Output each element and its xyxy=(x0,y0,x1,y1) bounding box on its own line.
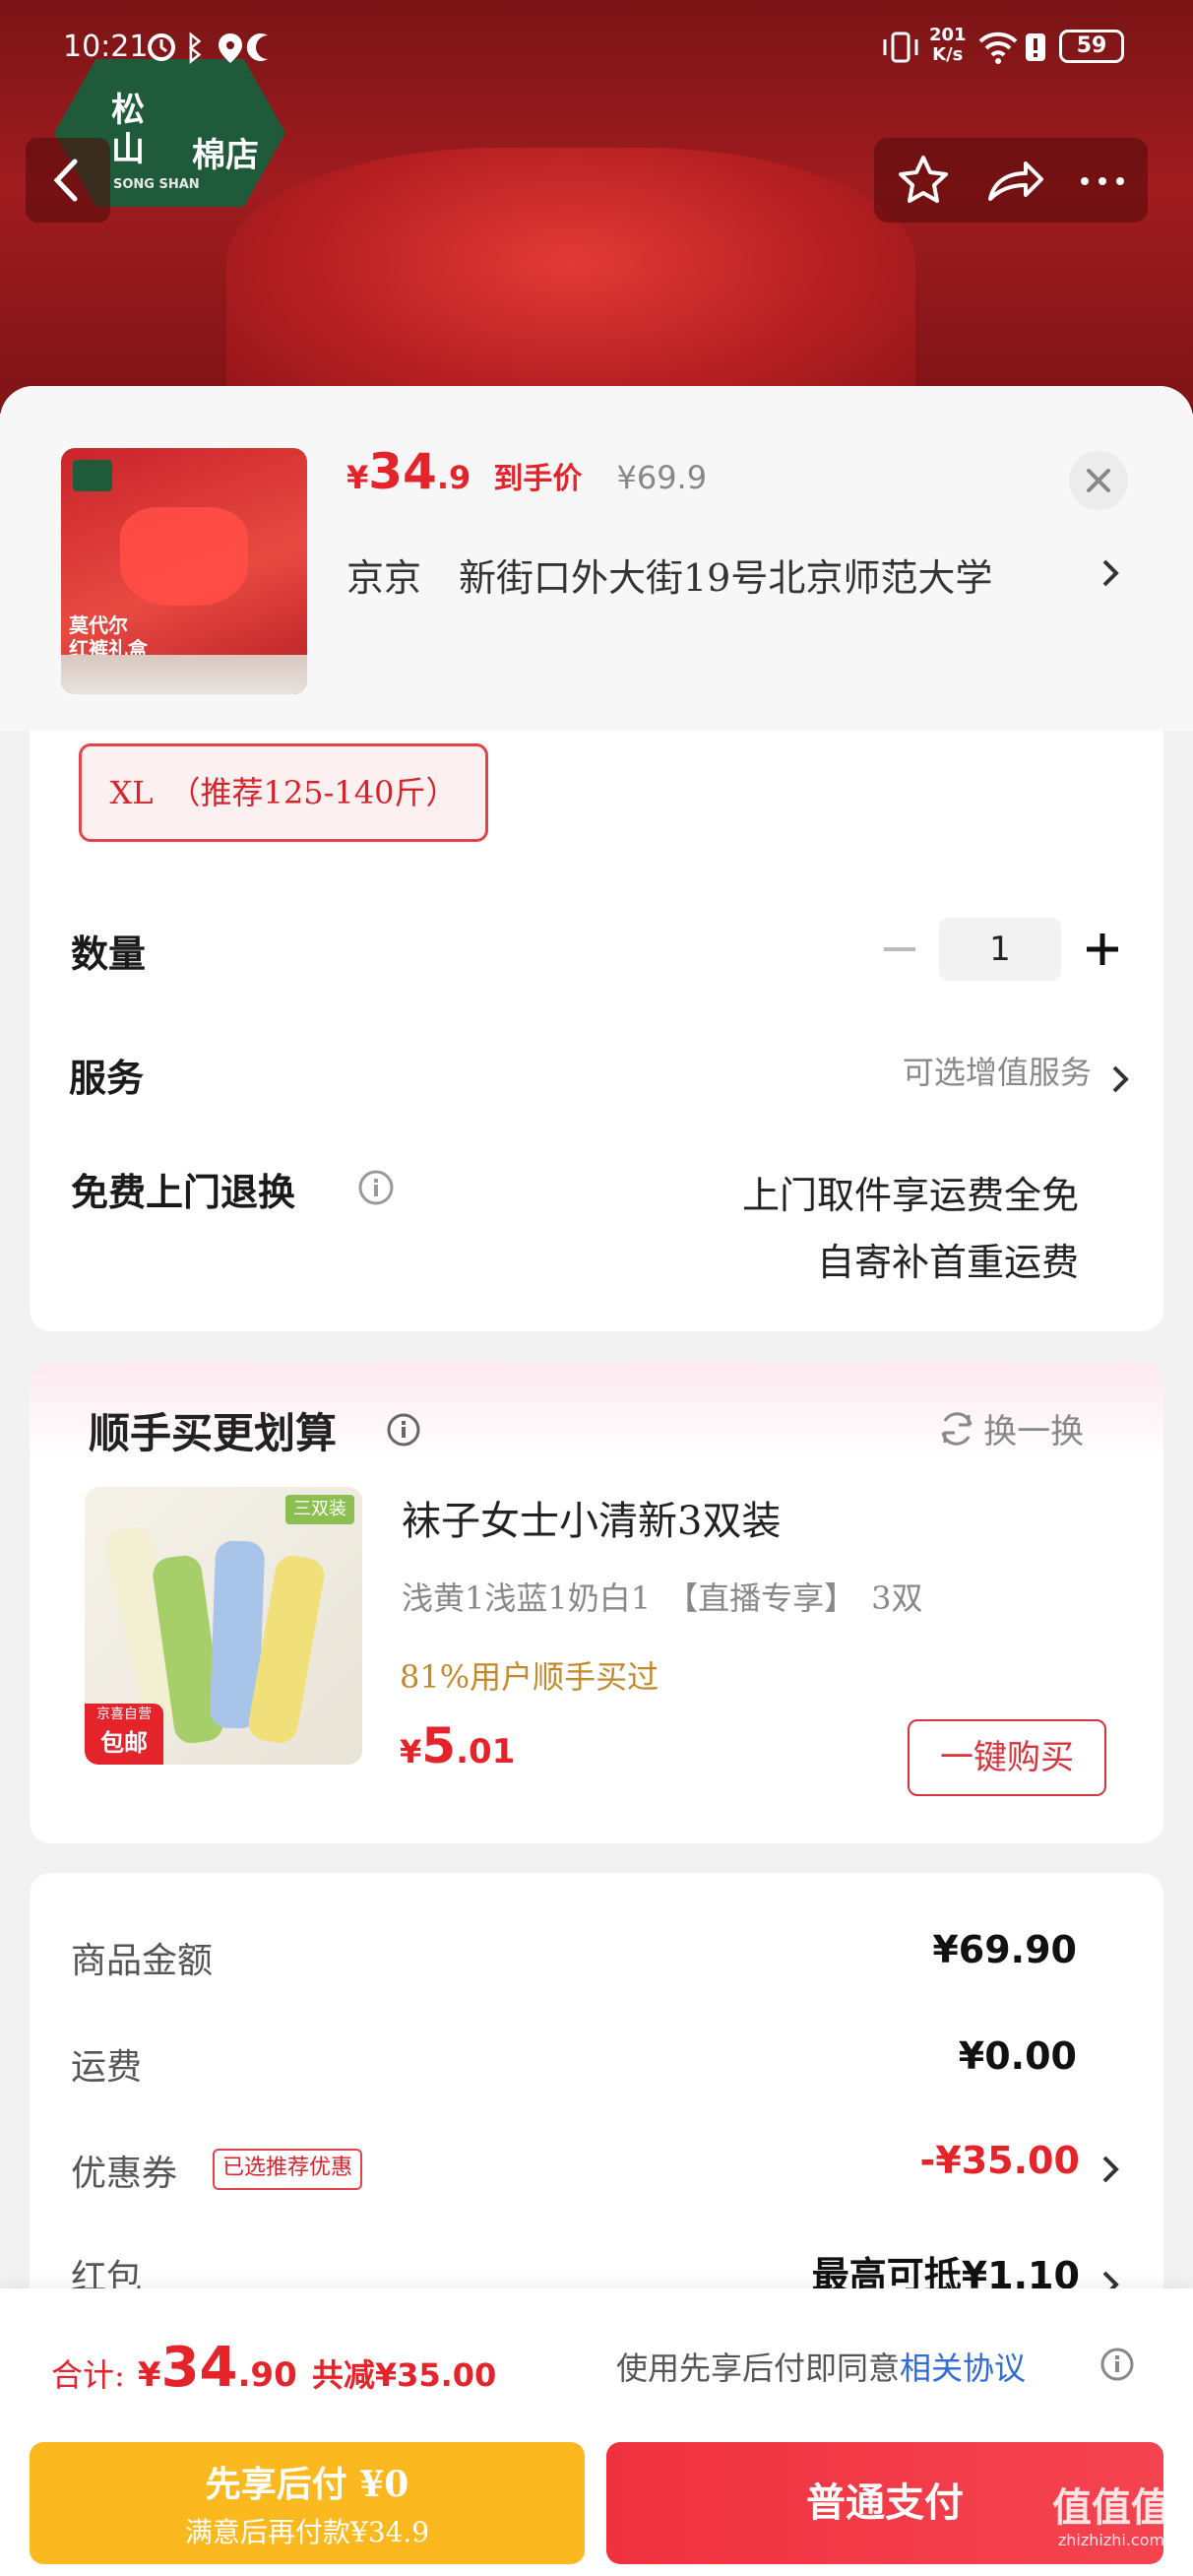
info-icon[interactable] xyxy=(1099,2346,1136,2383)
coupon-selector[interactable]: -¥35.00 xyxy=(787,2139,1122,2198)
addon-product-title[interactable]: 袜子女士小清新3双装 xyxy=(402,1489,781,1546)
service-value: 可选增值服务 xyxy=(902,1054,1092,1091)
product-thumbnail[interactable]: 莫代尔 红裤礼盒 xyxy=(61,448,307,694)
service-selector[interactable]: 可选增值服务 xyxy=(807,1048,1132,1101)
vibrate-icon xyxy=(881,28,920,67)
product-price: ¥34.9 到手价 ¥69.9 xyxy=(346,443,708,500)
original-price: ¥69.9 xyxy=(616,459,708,496)
coupon-value: -¥35.00 xyxy=(919,2139,1080,2182)
one-click-buy-button[interactable]: 一键购买 xyxy=(908,1719,1106,1796)
size-option-selected[interactable]: XL （推荐125-140斤） xyxy=(79,743,488,842)
thumbnail-caption: 莫代尔 红裤礼盒 xyxy=(69,613,148,661)
quantity-decrease-button[interactable] xyxy=(874,924,925,975)
addon-product-spec: 浅黄1浅蓝1奶白1 【直播专享】 3双 xyxy=(402,1579,923,1617)
quantity-increase-button[interactable] xyxy=(1077,924,1128,975)
thumbnail-garment xyxy=(120,507,248,606)
thumbnail-floor xyxy=(61,655,307,694)
payment-agreement: 使用先享后付即同意相关协议 xyxy=(616,2350,1027,2387)
more-button[interactable] xyxy=(1065,144,1140,219)
wifi-icon xyxy=(976,28,1020,67)
battery-indicator: 59 xyxy=(1059,30,1124,63)
pay-later-button[interactable]: 先享后付 ¥0 满意后再付款¥34.9 xyxy=(30,2442,585,2564)
swap-button[interactable]: 换一换 xyxy=(935,1404,1112,1453)
coupon-label: 优惠券 xyxy=(71,2154,178,2194)
jd-self-badge: 京喜自营 包邮 xyxy=(85,1704,163,1765)
pack-badge: 三双装 xyxy=(285,1495,354,1524)
star-icon xyxy=(899,156,948,203)
minus-icon xyxy=(884,947,915,951)
share-icon xyxy=(988,161,1043,201)
quantity-label: 数量 xyxy=(71,932,147,976)
addon-product-image[interactable]: 三双装 京喜自营 包邮 xyxy=(85,1487,362,1765)
free-return-detail: 上门取件享运费全免 自寄补首重运费 xyxy=(741,1174,1079,1284)
chevron-right-icon xyxy=(1112,1065,1129,1092)
goods-amount-label: 商品金额 xyxy=(71,1941,214,1981)
product-hero-image xyxy=(226,148,915,414)
status-icons-left xyxy=(146,30,274,65)
share-button[interactable] xyxy=(974,144,1049,219)
coupon-tag: 已选推荐优惠 xyxy=(213,2149,363,2190)
agreement-link[interactable]: 相关协议 xyxy=(900,2350,1026,2387)
close-icon xyxy=(1087,469,1110,492)
refresh-icon xyxy=(941,1411,973,1446)
free-return-label: 免费上门退换 xyxy=(71,1170,296,1214)
final-price-tag: 到手价 xyxy=(493,462,583,496)
total-amount: 合计: ¥34.90 共减¥35.00 xyxy=(51,2336,497,2400)
shipping-label: 运费 xyxy=(71,2047,143,2088)
chevron-right-icon xyxy=(1102,2156,1119,2182)
network-speed: 201 K/s xyxy=(929,25,967,65)
goods-amount-value: ¥69.90 xyxy=(932,1928,1077,1971)
shipping-value: ¥0.00 xyxy=(958,2034,1077,2078)
total-saving: 共减¥35.00 xyxy=(311,2356,497,2394)
address-text: 京京 新街口外大街19号北京师范大学 xyxy=(346,556,993,600)
delivery-address[interactable]: 京京 新街口外大街19号北京师范大学 xyxy=(346,547,1134,607)
addon-social-proof: 81%用户顺手买过 xyxy=(400,1658,659,1696)
chevron-right-icon xyxy=(1102,559,1119,587)
quantity-stepper[interactable]: 1 xyxy=(939,918,1061,981)
service-label: 服务 xyxy=(69,1056,145,1100)
thumbnail-logo xyxy=(73,460,112,491)
watermark: 值值值 zhizhizhi.com xyxy=(1052,2485,1170,2549)
alert-icon xyxy=(1024,30,1047,65)
chevron-left-icon xyxy=(53,159,78,202)
more-dots-icon xyxy=(1081,177,1124,185)
back-button[interactable] xyxy=(26,138,110,223)
addon-title: 顺手买更划算 xyxy=(89,1409,338,1457)
favorite-button[interactable] xyxy=(886,144,961,219)
plus-icon xyxy=(1087,934,1118,965)
status-time: 10:21 xyxy=(63,30,149,64)
addon-price: ¥5.01 xyxy=(400,1717,516,1774)
info-icon[interactable] xyxy=(384,1410,423,1449)
close-button[interactable] xyxy=(1069,451,1128,510)
info-icon[interactable] xyxy=(356,1168,396,1207)
